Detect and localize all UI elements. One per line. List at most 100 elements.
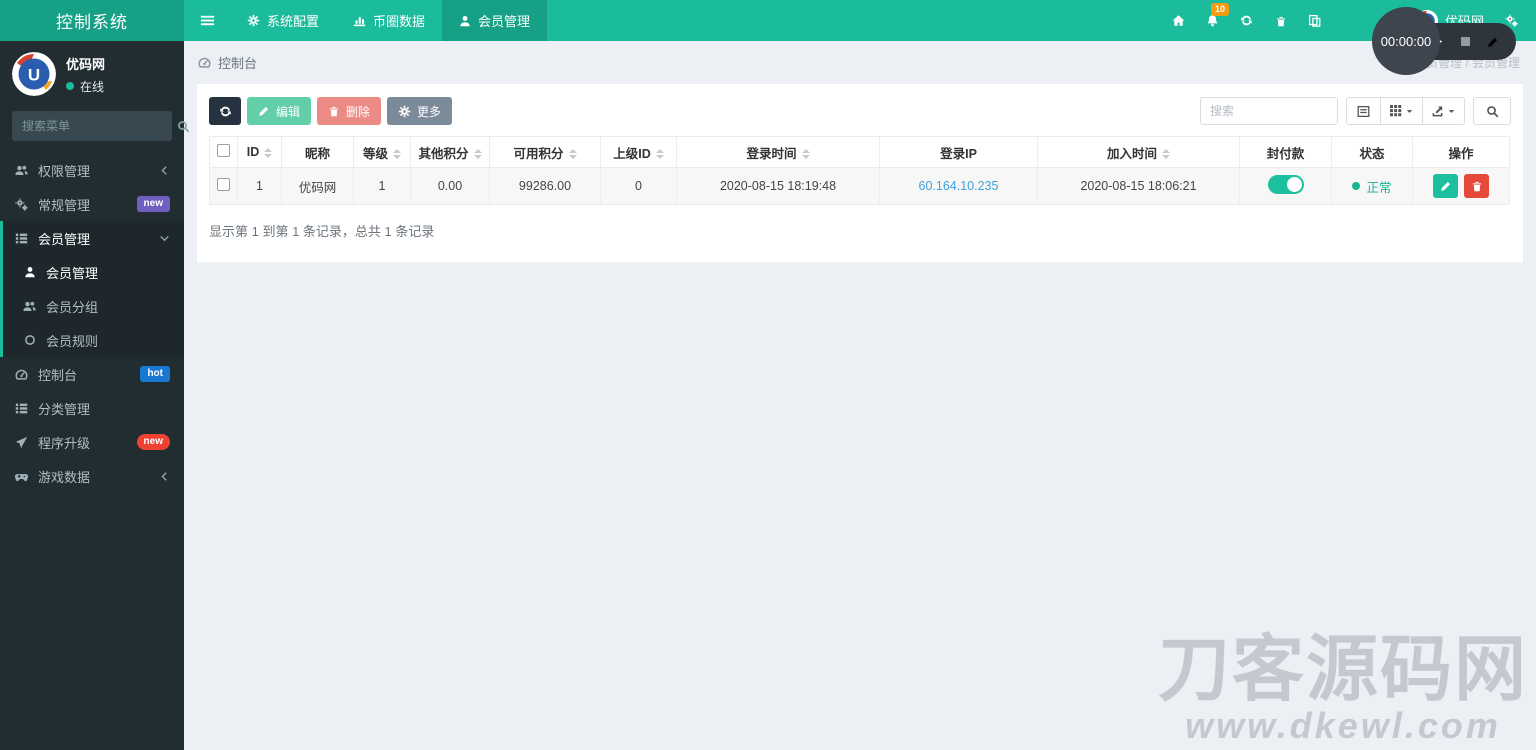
sidebar-subitem-会员分组[interactable]: 会员分组 [3, 289, 184, 323]
sort-icon[interactable] [264, 147, 273, 158]
caret-down-icon [1447, 107, 1456, 116]
notifications-bell-icon[interactable]: 10 [1196, 0, 1230, 41]
sidebar-subitem-会员管理[interactable]: 会员管理 [3, 255, 184, 289]
block-pay-toggle[interactable] [1267, 175, 1304, 194]
sidebar-user-panel: U 优码网 在线 [0, 41, 184, 109]
select-all-header [209, 136, 238, 168]
sidebar-user-name: 优码网 [66, 56, 106, 72]
trash-icon[interactable] [1264, 0, 1298, 41]
sidebar-item-游戏数据[interactable]: 游戏数据 [0, 459, 184, 493]
status-badge: 正常 [1352, 177, 1392, 196]
sidebar-item-控制台[interactable]: 控制台 hot [0, 357, 184, 391]
sidebar-item-权限管理[interactable]: 权限管理 [0, 153, 184, 187]
cell-level: 1 [353, 167, 411, 205]
chart-icon [353, 14, 366, 27]
ip-link[interactable]: 60.164.10.235 [919, 179, 999, 193]
timer-display: 00:00:00 [1372, 7, 1440, 75]
menu-badge: new [136, 196, 170, 212]
column-header-login_time[interactable]: 登录时间 [676, 136, 880, 168]
column-header-level[interactable]: 等级 [353, 136, 411, 168]
sidebar-item-程序升级[interactable]: 程序升级 new [0, 425, 184, 459]
cell-points: 99286.00 [489, 167, 601, 205]
column-header-other_points[interactable]: 其他积分 [410, 136, 490, 168]
column-header-status: 状态 [1331, 136, 1413, 168]
column-header-login_ip: 登录IP [879, 136, 1038, 168]
column-header-points[interactable]: 可用积分 [489, 136, 601, 168]
users-icon [14, 164, 29, 177]
sidebar-group-会员管理: 会员管理 会员管理 会员分组 会员规则 [0, 221, 184, 357]
column-header-id[interactable]: ID [237, 136, 282, 168]
copy-icon[interactable] [1298, 0, 1332, 41]
users-icon [22, 300, 37, 313]
refresh-button[interactable] [209, 97, 241, 125]
watermark: 刀客源码网 www.dkewl.com [1157, 630, 1528, 747]
export-icon [1431, 105, 1444, 118]
sidebar-item-分类管理[interactable]: 分类管理 [0, 391, 184, 425]
sidebar-item-会员管理[interactable]: 会员管理 [3, 221, 184, 255]
breadcrumb: 控制台 [198, 53, 257, 72]
sidebar-user-status: 在线 [66, 78, 105, 95]
timer-stop-button[interactable] [1459, 35, 1472, 48]
column-header-join_time[interactable]: 加入时间 [1037, 136, 1240, 168]
row-edit-button[interactable] [1433, 174, 1458, 198]
chevron-down-icon [159, 233, 170, 244]
trash-icon [328, 105, 340, 117]
menu-badge: hot [140, 366, 170, 382]
chevron-left-icon [159, 165, 170, 176]
sort-icon[interactable] [1162, 149, 1170, 160]
chevron-left-icon [159, 471, 170, 482]
app-title: 控制系统 [0, 0, 184, 41]
timer-edit-button[interactable] [1487, 36, 1499, 48]
gears-icon [14, 197, 29, 211]
row-checkbox[interactable] [217, 178, 230, 191]
caret-down-icon [1405, 107, 1414, 116]
table-search-input[interactable] [1200, 97, 1338, 125]
topnav-item-2[interactable]: 币圈数据 [336, 0, 442, 41]
delete-button[interactable]: 删除 [317, 97, 382, 125]
cell-join_time: 2020-08-15 18:06:21 [1037, 167, 1240, 205]
send-icon [14, 436, 29, 449]
column-header-nickname: 昵称 [281, 136, 354, 168]
cell-actions [1412, 167, 1510, 205]
dashboard-icon [198, 56, 211, 69]
cell-id: 1 [237, 167, 282, 205]
sidebar-search-input[interactable] [22, 119, 177, 133]
sidebar-subitem-会员规则[interactable]: 会员规则 [3, 323, 184, 357]
cell-other_points: 0.00 [410, 167, 490, 205]
circle-icon [22, 334, 37, 346]
more-button[interactable]: 更多 [387, 97, 453, 125]
column-header-block_pay: 封付款 [1239, 136, 1332, 168]
toggle-view-button[interactable] [1346, 97, 1381, 125]
columns-button[interactable] [1381, 97, 1423, 125]
sidebar-toggle-icon[interactable] [184, 0, 230, 41]
sort-icon[interactable] [393, 149, 401, 160]
members-table: ID 昵称 等级 其他积分 可用积分 上级ID 登录时间 登录IP 加入时间 封付款 状态 操作 1优… [209, 136, 1510, 205]
cell-block_pay [1239, 167, 1332, 205]
topnav-item-1[interactable]: 系统配置 [230, 0, 336, 41]
sort-icon[interactable] [655, 149, 664, 160]
topnav-item-3[interactable]: 会员管理 [442, 0, 548, 41]
column-header-actions: 操作 [1412, 136, 1510, 168]
sidebar-search[interactable] [12, 111, 190, 141]
home-icon[interactable] [1162, 0, 1196, 41]
row-select-cell [209, 167, 238, 205]
avatar: U [12, 52, 56, 96]
search-icon[interactable] [177, 120, 190, 133]
refresh-icon[interactable] [1230, 0, 1264, 41]
row-delete-button[interactable] [1464, 174, 1489, 198]
sort-icon[interactable] [473, 149, 482, 160]
export-button[interactable] [1423, 97, 1465, 125]
edit-button[interactable]: 编辑 [247, 97, 312, 125]
search-button[interactable] [1473, 97, 1511, 125]
sort-icon[interactable] [568, 149, 577, 160]
select-all-checkbox[interactable] [217, 144, 230, 157]
grid-icon [1389, 105, 1402, 117]
sidebar-item-常规管理[interactable]: 常规管理 new [0, 187, 184, 221]
column-header-parent_id[interactable]: 上级ID [600, 136, 677, 168]
list-icon [14, 232, 29, 245]
sort-icon[interactable] [801, 149, 810, 160]
notification-count-badge: 10 [1210, 3, 1229, 16]
cell-status: 正常 [1331, 167, 1413, 205]
sidebar: U 优码网 在线 权限管理常规管理new会员管理会员管理会员分组会员规则控制台h… [0, 41, 190, 750]
dashboard-icon [14, 368, 29, 381]
